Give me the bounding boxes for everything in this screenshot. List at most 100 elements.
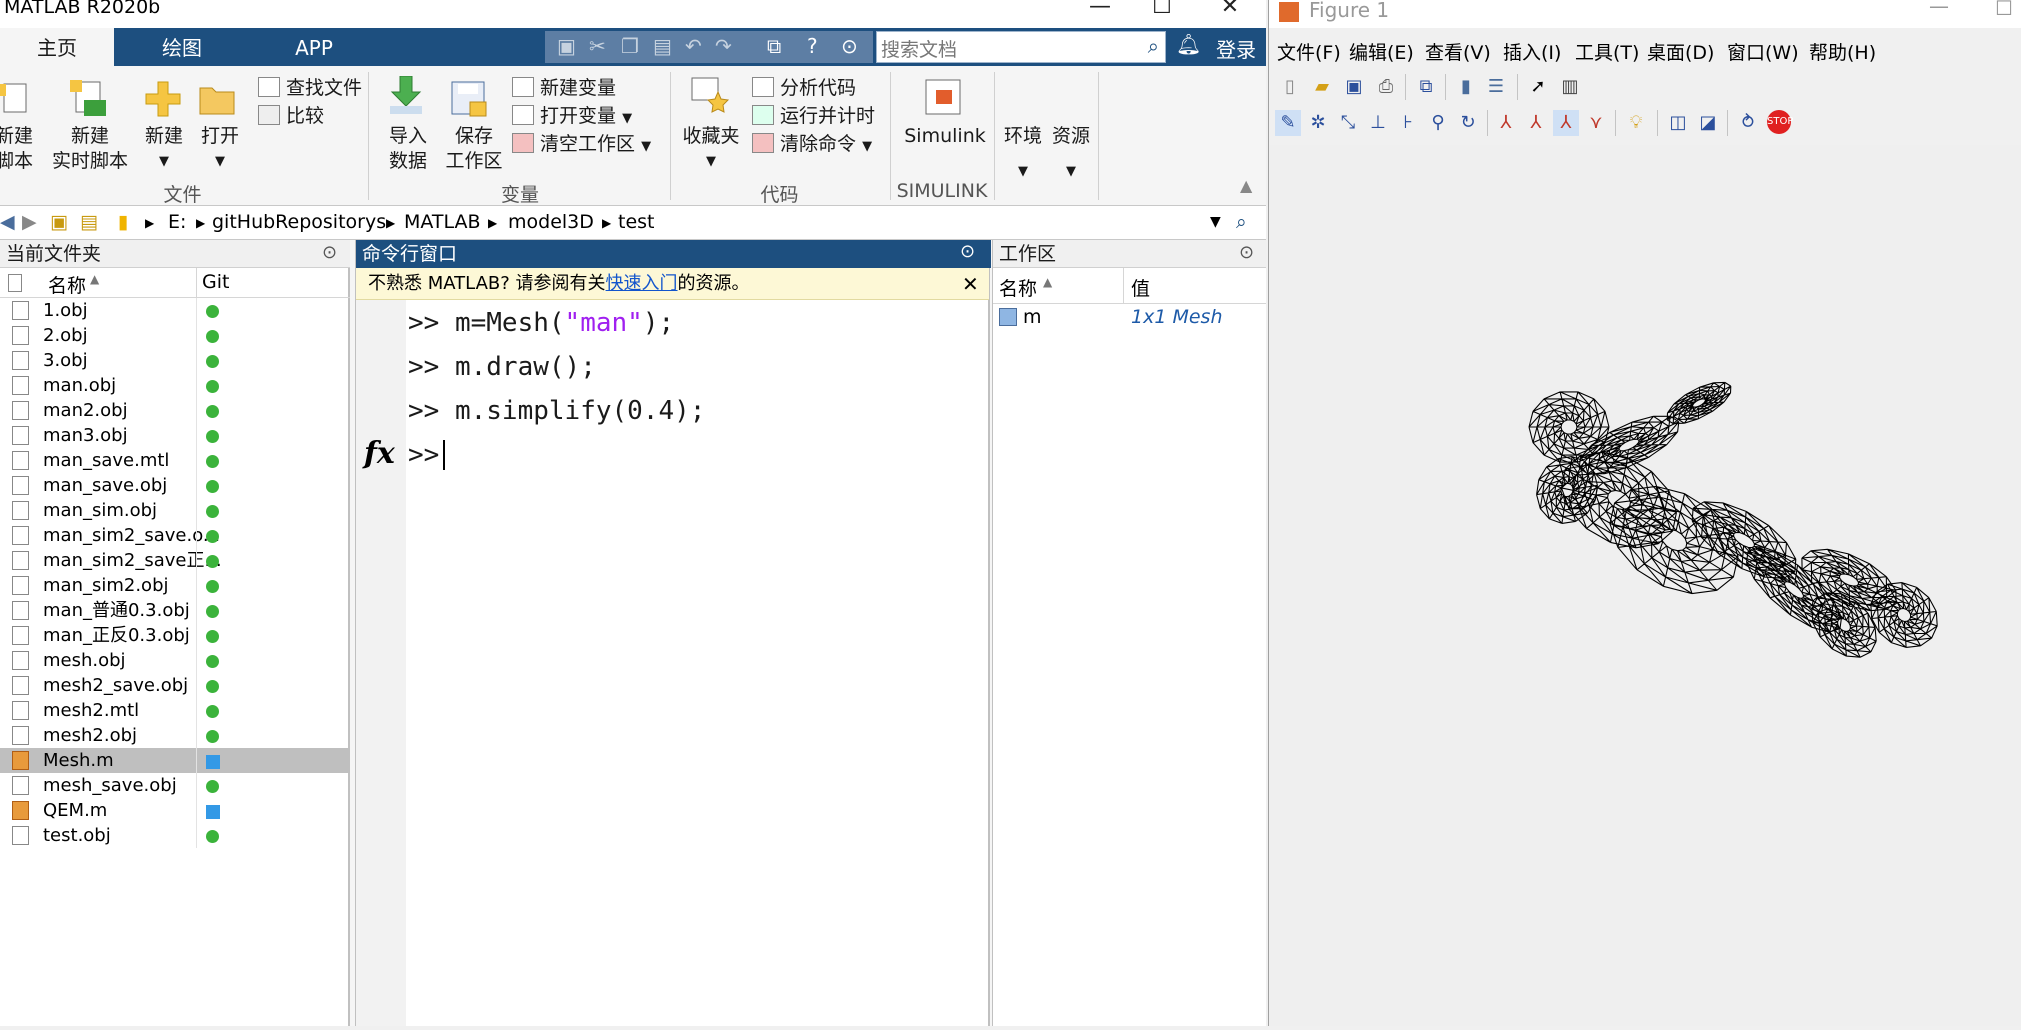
run-and-time-button[interactable]: 运行并计时	[752, 101, 875, 128]
menu-edit[interactable]: 编辑(E)	[1349, 38, 1414, 65]
save-figure-icon[interactable]: ▣	[1341, 74, 1367, 100]
no-principal-axis-icon[interactable]: ⋎	[1583, 110, 1609, 136]
name-column-header[interactable]: 名称	[999, 274, 1037, 301]
find-files-button[interactable]: 查找文件	[258, 73, 362, 100]
close-button[interactable]: ✕	[1200, 0, 1260, 20]
switch-windows-icon[interactable]: ⧉	[767, 34, 781, 58]
search-icon[interactable]: ⌕	[1148, 34, 1159, 58]
back-icon[interactable]: ◀	[0, 211, 15, 233]
simulink-button[interactable]: Simulink	[898, 124, 992, 149]
move-forward-icon[interactable]: ⊦	[1395, 110, 1421, 136]
property-inspector-icon[interactable]: ▥	[1557, 74, 1583, 100]
minimize-button[interactable]: —	[1070, 0, 1130, 20]
file-row[interactable]: man_普通0.3.obj	[0, 598, 350, 623]
reset-camera-icon[interactable]: ⥁	[1735, 110, 1761, 136]
workspace-variable-row[interactable]: m 1x1 Mesh	[993, 304, 1266, 334]
file-row[interactable]: mesh2_save.obj	[0, 673, 350, 698]
x-principal-axis-icon[interactable]: ⅄	[1493, 110, 1519, 136]
search-folder-icon[interactable]: ⌕	[1236, 211, 1247, 233]
environment-button[interactable]: 环境 ▼	[998, 124, 1048, 184]
maximize-button[interactable]: ☐	[1995, 0, 2013, 20]
file-row[interactable]: man_sim2_save正...	[0, 548, 350, 573]
file-row[interactable]: man_sim2.obj	[0, 573, 350, 598]
save-workspace-button[interactable]: 保存 工作区	[440, 124, 508, 174]
panel-menu-icon[interactable]: ⊙	[1239, 242, 1254, 263]
path-segment[interactable]: MATLAB	[404, 211, 481, 233]
file-row[interactable]: 1.obj	[0, 298, 350, 323]
menu-view[interactable]: 查看(V)	[1425, 38, 1491, 65]
file-row[interactable]: test.obj	[0, 823, 350, 848]
path-segment[interactable]: E:	[168, 211, 186, 233]
login-link[interactable]: 登录	[1216, 34, 1256, 63]
file-row[interactable]: mesh2.mtl	[0, 698, 350, 723]
browse-folder-icon[interactable]: ▤	[80, 211, 98, 233]
new-variable-button[interactable]: 新建变量	[512, 73, 616, 100]
getting-started-link[interactable]: 快速入门	[606, 273, 678, 294]
menu-desktop[interactable]: 桌面(D)	[1647, 38, 1714, 65]
menu-window[interactable]: 窗口(W)	[1727, 38, 1799, 65]
file-row[interactable]: mesh.obj	[0, 648, 350, 673]
git-column-header[interactable]: Git	[202, 271, 229, 293]
file-row[interactable]: man_sim.obj	[0, 498, 350, 523]
import-data-button[interactable]: 导入 数据	[380, 124, 436, 174]
file-row[interactable]: man_正反0.3.obj	[0, 623, 350, 648]
clear-workspace-button[interactable]: 清空工作区 ▼	[512, 129, 651, 156]
cut-icon[interactable]: ✂	[589, 34, 606, 58]
roll-camera-icon[interactable]: ↻	[1455, 110, 1481, 136]
new-script-button[interactable]: 新建 脚本	[0, 124, 34, 174]
forward-icon[interactable]: ▶	[22, 211, 37, 233]
name-column-header[interactable]: 名称	[48, 271, 86, 298]
favorites-button[interactable]: 收藏夹 ▼	[678, 124, 744, 174]
compare-button[interactable]: 比较	[258, 101, 324, 128]
path-segment[interactable]: test	[618, 211, 655, 233]
menu-help[interactable]: 帮助(H)	[1809, 38, 1876, 65]
move-horizontal-icon[interactable]: ⊥	[1365, 110, 1391, 136]
perspective-projection-icon[interactable]: ◪	[1695, 110, 1721, 136]
stop-camera-icon[interactable]: STOP	[1767, 110, 1793, 134]
y-principal-axis-icon[interactable]: ⅄	[1523, 110, 1549, 136]
new-figure-icon[interactable]: ▯	[1277, 74, 1303, 100]
legend-icon[interactable]: ☰	[1483, 74, 1509, 100]
path-dropdown-icon[interactable]: ▼	[1210, 214, 1221, 230]
save-icon[interactable]: ▣	[557, 34, 576, 58]
open-button[interactable]: 打开 ▼	[192, 124, 248, 174]
orbit-camera-icon[interactable]: ✎	[1275, 110, 1301, 136]
dropdown-icon[interactable]: ⊙	[841, 34, 858, 58]
function-browser-icon[interactable]: fx	[364, 436, 395, 471]
close-tip-icon[interactable]: ✕	[962, 268, 979, 300]
file-row[interactable]: man_sim2_save.o...	[0, 523, 350, 548]
path-segment[interactable]: model3D	[508, 211, 594, 233]
menu-insert[interactable]: 插入(I)	[1503, 38, 1561, 65]
resources-button[interactable]: 资源 ▼	[1046, 124, 1096, 184]
copy-icon[interactable]: ❐	[621, 34, 639, 58]
zoom-camera-icon[interactable]: ⚲	[1425, 110, 1451, 136]
orthographic-projection-icon[interactable]: ◫	[1665, 110, 1691, 136]
open-variable-button[interactable]: 打开变量 ▼	[512, 101, 632, 128]
file-row[interactable]: man.obj	[0, 373, 350, 398]
search-documentation-field[interactable]: 搜索文档 ⌕	[876, 31, 1166, 63]
new-button[interactable]: 新建 ▼	[136, 124, 192, 174]
bell-icon[interactable]: 🔔︎	[1176, 32, 1201, 56]
file-row[interactable]: man2.obj	[0, 398, 350, 423]
pan-tilt-icon[interactable]: ⤡	[1335, 110, 1361, 136]
orbit-scene-light-icon[interactable]: ✲	[1305, 110, 1331, 136]
figure-canvas[interactable]	[1269, 145, 2021, 1026]
file-row[interactable]: Mesh.m	[0, 748, 350, 773]
file-row[interactable]: man_save.obj	[0, 473, 350, 498]
undo-icon[interactable]: ↶	[685, 34, 702, 58]
minimize-button[interactable]: —	[1929, 0, 1949, 18]
clear-commands-button[interactable]: 清除命令 ▼	[752, 129, 872, 156]
panel-menu-icon[interactable]: ⊙	[960, 241, 975, 262]
z-principal-axis-icon[interactable]: ⅄	[1553, 110, 1579, 136]
redo-icon[interactable]: ↷	[715, 34, 732, 58]
file-row[interactable]: man_save.mtl	[0, 448, 350, 473]
link-plot-icon[interactable]: ⧉	[1413, 74, 1439, 100]
menu-tools[interactable]: 工具(T)	[1575, 38, 1639, 65]
menu-file[interactable]: 文件(F)	[1277, 38, 1341, 65]
maximize-button[interactable]: ☐	[1132, 0, 1192, 20]
collapse-ribbon-icon[interactable]: ▲	[1240, 176, 1252, 195]
pointer-icon[interactable]: ➚	[1525, 74, 1551, 100]
value-column-header[interactable]: 值	[1131, 274, 1150, 301]
path-segment[interactable]: gitHubRepositorys	[212, 211, 386, 233]
tab-apps[interactable]: APP	[262, 28, 366, 66]
